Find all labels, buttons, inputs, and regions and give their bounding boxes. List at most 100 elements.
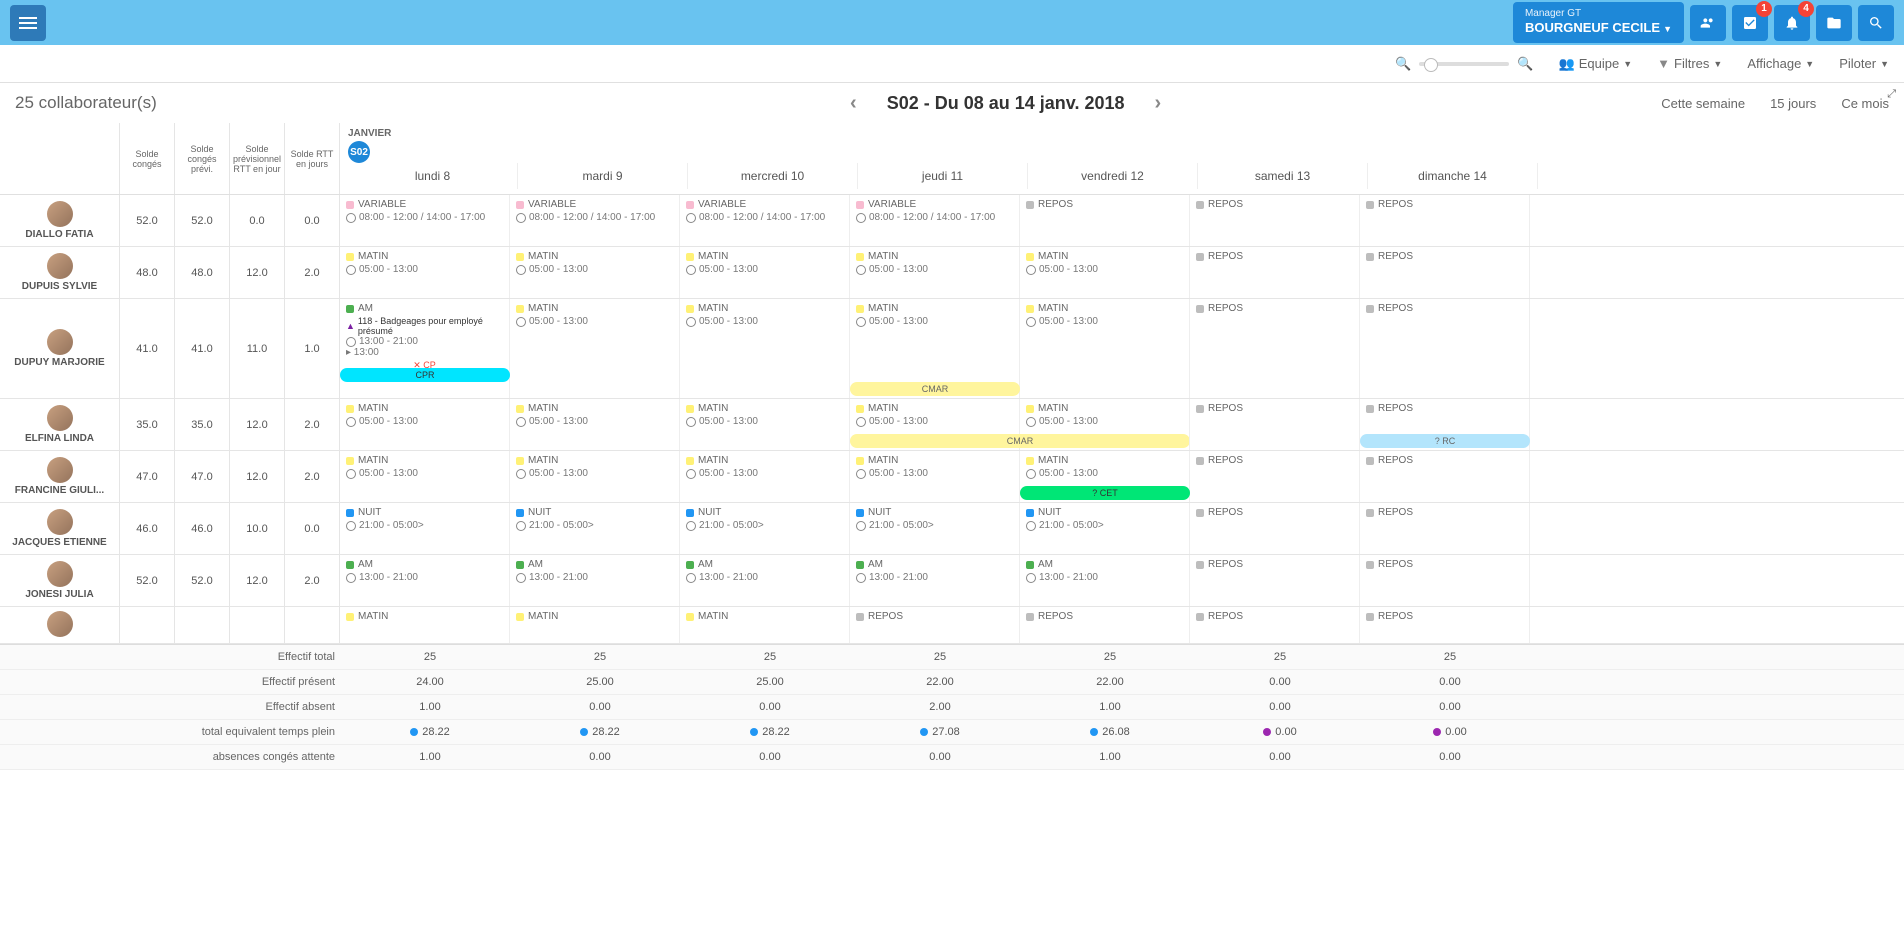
schedule-cell[interactable]: REPOS <box>1360 607 1530 643</box>
zoom-control[interactable]: 🔍 🔍 <box>1395 56 1533 72</box>
schedule-cell[interactable]: MATIN 05:00 - 13:00 <box>1020 247 1190 298</box>
schedule-cell[interactable]: REPOS <box>1190 503 1360 554</box>
employee-row[interactable]: DUPUIS SYLVIE48.048.012.02.0MATIN 05:00 … <box>0 247 1904 299</box>
schedule-cell[interactable]: REPOS <box>1360 247 1530 298</box>
schedule-cell[interactable]: REPOS <box>1360 299 1530 398</box>
schedule-cell[interactable]: MATIN 05:00 - 13:00 <box>510 247 680 298</box>
schedule-cell[interactable]: MATIN 05:00 - 13:00CMAR <box>850 399 1020 450</box>
folder-button[interactable] <box>1816 5 1852 41</box>
employee-cell[interactable]: JACQUES ETIENNE <box>0 503 120 554</box>
affichage-dropdown[interactable]: Affichage ▼ <box>1747 56 1814 71</box>
schedule-cell[interactable]: MATIN <box>680 607 850 643</box>
schedule-cell[interactable]: NUIT 21:00 - 05:00> <box>340 503 510 554</box>
schedule-cell[interactable]: NUIT 21:00 - 05:00> <box>510 503 680 554</box>
schedule-cell[interactable]: REPOS <box>1020 607 1190 643</box>
tasks-button[interactable]: 1 <box>1732 5 1768 41</box>
schedule-cell[interactable]: MATIN 05:00 - 13:00 <box>340 399 510 450</box>
schedule-cell[interactable]: AM▲ 118 - Badgeages pour employé présumé… <box>340 299 510 398</box>
piloter-dropdown[interactable]: Piloter ▼ <box>1839 56 1889 71</box>
employee-cell[interactable]: DUPUIS SYLVIE <box>0 247 120 298</box>
schedule-cell[interactable]: MATIN <box>510 607 680 643</box>
zoom-out-icon[interactable]: 🔍 <box>1395 56 1411 72</box>
zoom-slider[interactable] <box>1419 62 1509 66</box>
employee-cell[interactable]: ELFINA LINDA <box>0 399 120 450</box>
schedule-cell[interactable]: REPOS <box>1360 503 1530 554</box>
schedule-cell[interactable]: MATIN 05:00 - 13:00 <box>1020 399 1190 450</box>
schedule-cell[interactable]: AM 13:00 - 21:00 <box>850 555 1020 606</box>
schedule-cell[interactable]: MATIN 05:00 - 13:00 <box>510 399 680 450</box>
schedule-cell[interactable]: AM 13:00 - 21:00 <box>340 555 510 606</box>
balance-value <box>285 607 340 643</box>
schedule-cell[interactable]: REPOS? RC <box>1360 399 1530 450</box>
employee-row[interactable]: FRANCINE GIULI...47.047.012.02.0MATIN 05… <box>0 451 1904 503</box>
menu-button[interactable] <box>10 5 46 41</box>
view-15-days[interactable]: 15 jours <box>1770 96 1816 111</box>
schedule-cell[interactable]: MATIN 05:00 - 13:00? CET <box>1020 451 1190 502</box>
schedule-cell[interactable]: REPOS <box>1190 607 1360 643</box>
schedule-cell[interactable]: REPOS <box>1190 247 1360 298</box>
employee-row[interactable]: MATINMATINMATINREPOSREPOSREPOSREPOS <box>0 607 1904 644</box>
employee-cell[interactable] <box>0 607 120 643</box>
schedule-cell[interactable]: VARIABLE 08:00 - 12:00 / 14:00 - 17:00 <box>850 195 1020 246</box>
employee-row[interactable]: DIALLO FATIA52.052.00.00.0VARIABLE 08:00… <box>0 195 1904 247</box>
schedule-cell[interactable]: NUIT 21:00 - 05:00> <box>1020 503 1190 554</box>
zoom-in-icon[interactable]: 🔍 <box>1517 56 1533 72</box>
employee-cell[interactable]: JONESI JULIA <box>0 555 120 606</box>
team-button[interactable] <box>1690 5 1726 41</box>
schedule-cell[interactable]: VARIABLE 08:00 - 12:00 / 14:00 - 17:00 <box>680 195 850 246</box>
user-menu[interactable]: Manager GT BOURGNEUF CECILE ▼ <box>1513 2 1684 42</box>
schedule-cell[interactable]: AM 13:00 - 21:00 <box>510 555 680 606</box>
schedule-cell[interactable]: MATIN 05:00 - 13:00 <box>1020 299 1190 398</box>
equipe-dropdown[interactable]: 👥 Equipe ▼ <box>1559 56 1633 72</box>
next-week[interactable]: › <box>1155 92 1162 115</box>
absence-pill[interactable]: CPR <box>340 368 510 382</box>
schedule-cell[interactable]: MATIN <box>340 607 510 643</box>
search-button[interactable] <box>1858 5 1894 41</box>
employee-row[interactable]: ELFINA LINDA35.035.012.02.0MATIN 05:00 -… <box>0 399 1904 451</box>
employee-row[interactable]: JONESI JULIA52.052.012.02.0AM 13:00 - 21… <box>0 555 1904 607</box>
schedule-cell[interactable]: REPOS <box>1190 399 1360 450</box>
filtres-dropdown[interactable]: ▼ Filtres ▼ <box>1657 56 1722 71</box>
schedule-cell[interactable]: VARIABLE 08:00 - 12:00 / 14:00 - 17:00 <box>340 195 510 246</box>
schedule-cell[interactable]: REPOS <box>1190 195 1360 246</box>
employee-name: DUPUIS SYLVIE <box>22 281 97 292</box>
employee-row[interactable]: DUPUY MARJORIE41.041.011.01.0AM▲ 118 - B… <box>0 299 1904 399</box>
schedule-cell[interactable]: REPOS <box>850 607 1020 643</box>
schedule-cell[interactable]: MATIN 05:00 - 13:00 <box>680 451 850 502</box>
absence-pill[interactable]: ? CET <box>1020 486 1190 500</box>
schedule-cell[interactable]: REPOS <box>1190 299 1360 398</box>
schedule-cell[interactable]: MATIN 05:00 - 13:00 <box>850 247 1020 298</box>
schedule-cell[interactable]: MATIN 05:00 - 13:00CMAR <box>850 299 1020 398</box>
schedule-cell[interactable]: MATIN 05:00 - 13:00 <box>680 399 850 450</box>
schedule-cell[interactable]: AM 13:00 - 21:00 <box>1020 555 1190 606</box>
schedule-cell[interactable]: VARIABLE 08:00 - 12:00 / 14:00 - 17:00 <box>510 195 680 246</box>
employee-cell[interactable]: FRANCINE GIULI... <box>0 451 120 502</box>
balance-header: Solde prévisionnel RTT en jour <box>230 123 285 194</box>
employee-cell[interactable]: DIALLO FATIA <box>0 195 120 246</box>
prev-week[interactable]: ‹ <box>850 92 857 115</box>
view-this-month[interactable]: Ce mois <box>1841 96 1889 111</box>
schedule-cell[interactable]: REPOS <box>1360 195 1530 246</box>
schedule-cell[interactable]: MATIN 05:00 - 13:00 <box>340 451 510 502</box>
schedule-cell[interactable]: REPOS <box>1020 195 1190 246</box>
employee-row[interactable]: JACQUES ETIENNE46.046.010.00.0NUIT 21:00… <box>0 503 1904 555</box>
notifications-button[interactable]: 4 <box>1774 5 1810 41</box>
schedule-cell[interactable]: AM 13:00 - 21:00 <box>680 555 850 606</box>
schedule-cell[interactable]: MATIN 05:00 - 13:00 <box>680 247 850 298</box>
schedule-cell[interactable]: MATIN 05:00 - 13:00 <box>680 299 850 398</box>
expand-icon[interactable]: ⤢ <box>1887 88 1896 101</box>
view-this-week[interactable]: Cette semaine <box>1661 96 1745 111</box>
schedule-cell[interactable]: MATIN 05:00 - 13:00 <box>510 299 680 398</box>
schedule-cell[interactable]: REPOS <box>1190 451 1360 502</box>
schedule-cell[interactable]: REPOS <box>1360 555 1530 606</box>
schedule-cell[interactable]: NUIT 21:00 - 05:00> <box>680 503 850 554</box>
schedule-cell[interactable]: NUIT 21:00 - 05:00> <box>850 503 1020 554</box>
employee-cell[interactable]: DUPUY MARJORIE <box>0 299 120 398</box>
absence-pill[interactable]: CMAR <box>850 382 1020 396</box>
schedule-cell[interactable]: MATIN 05:00 - 13:00 <box>510 451 680 502</box>
schedule-cell[interactable]: REPOS <box>1190 555 1360 606</box>
schedule-cell[interactable]: MATIN 05:00 - 13:00 <box>850 451 1020 502</box>
schedule-cell[interactable]: MATIN 05:00 - 13:00 <box>340 247 510 298</box>
schedule-cell[interactable]: REPOS <box>1360 451 1530 502</box>
absence-pill[interactable]: ? RC <box>1360 434 1530 448</box>
